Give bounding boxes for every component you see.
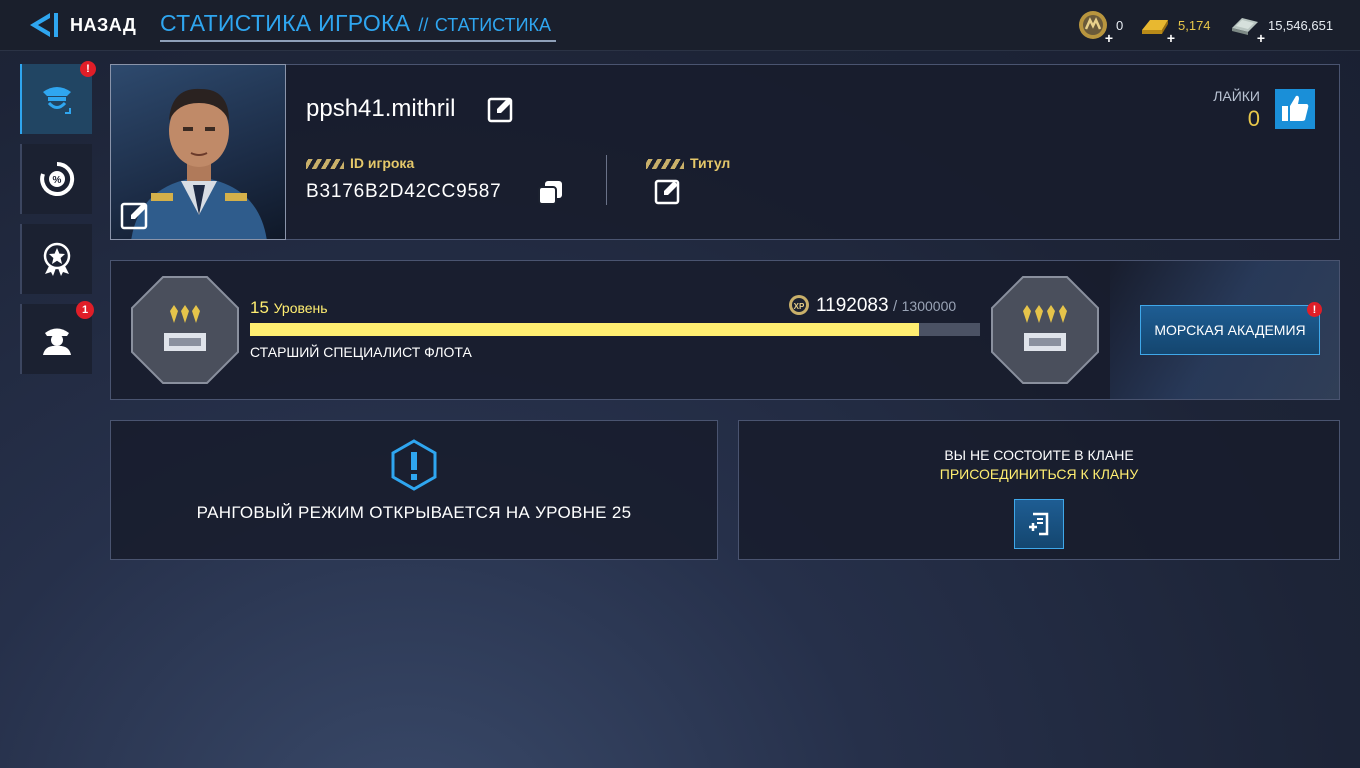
svg-text:%: % (53, 175, 62, 186)
naval-academy-button[interactable]: МОРСКАЯ АКАДЕМИЯ (1140, 305, 1320, 355)
player-id-label: ID игрока (306, 155, 414, 173)
join-clan-link[interactable]: ПРИСОЕДИНИТЬСЯ К КЛАНУ (738, 466, 1340, 482)
pencil-icon (487, 97, 513, 123)
xp-readout: 1192083 / 1300000 (816, 295, 980, 317)
currency-cash-value: 15,546,651 (1268, 17, 1334, 33)
clan-status: ВЫ НЕ СОСТОИТЕ В КЛАНЕ (944, 447, 1134, 463)
sidebar-item-achievements[interactable] (20, 224, 92, 294)
pencil-icon (120, 202, 148, 230)
alert-hexagon-icon (391, 439, 437, 491)
xp-separator: / (893, 298, 898, 315)
back-arrow-icon (30, 13, 58, 37)
rank-next-icon (991, 276, 1099, 384)
back-label: НАЗАД (70, 14, 137, 35)
currency-gold[interactable]: + 5,174 (1140, 10, 1211, 46)
add-cash-icon[interactable]: + (1257, 30, 1265, 46)
title-label-text: Титул (690, 155, 731, 171)
username: ppsh41.mithril (306, 95, 456, 122)
gold-bar-icon: + (1140, 10, 1175, 46)
title-label: Титул (646, 155, 730, 173)
xp-progress-bar (250, 323, 980, 336)
crew-portrait-icon (43, 328, 71, 355)
sidebar-item-crew[interactable]: 1 (20, 301, 94, 374)
add-gold-icon[interactable]: + (1167, 30, 1175, 46)
ranked-message: РАНГОВЫЙ РЕЖИМ ОТКРЫВАЕТСЯ НА УРОВНЕ 25 (196, 503, 632, 522)
sidebar-item-profile[interactable]: ! (20, 61, 96, 134)
page-title-main: СТАТИСТИКА ИГРОКА (160, 10, 411, 36)
stripes-decoration (646, 158, 684, 169)
player-id-label-text: ID игрока (350, 155, 415, 171)
title-edit-button[interactable] (654, 177, 682, 205)
level-label: Уровень (273, 300, 328, 316)
currency-cash[interactable]: + 15,546,651 (1230, 10, 1334, 46)
xp-progress-fill (250, 323, 920, 336)
add-medals-icon[interactable]: + (1105, 30, 1113, 46)
likes-label: ЛАЙКИ (1213, 88, 1260, 104)
sidebar-crew-badge: 1 (76, 301, 94, 319)
sidebar-profile-badge: ! (80, 61, 96, 77)
rank-current-icon (131, 276, 239, 384)
rank-name: СТАРШИЙ СПЕЦИАЛИСТ ФЛОТА (250, 344, 472, 360)
copy-icon (538, 181, 562, 205)
copy-id-button[interactable] (536, 178, 566, 208)
level-indicator: 15 Уровень (250, 298, 328, 318)
xp-current: 1192083 (816, 295, 889, 316)
player-id-value: B3176B2D42CC9587 (306, 181, 502, 202)
currency-medals-value: 0 (1116, 17, 1124, 33)
sidebar-item-stats[interactable]: % (20, 144, 92, 214)
cash-stack-icon: + (1230, 10, 1265, 46)
stripes-decoration (306, 158, 344, 169)
profile-panel (110, 64, 1340, 240)
clan-join-icon (1029, 512, 1049, 536)
naval-academy-badge: ! (1307, 302, 1322, 317)
percent-gauge-icon: % (40, 161, 75, 196)
pencil-icon (654, 179, 680, 205)
username-edit-button[interactable] (486, 94, 516, 124)
star-medal-icon (43, 242, 71, 276)
medal-coin-icon: + (1078, 10, 1113, 46)
divider (606, 155, 607, 205)
xp-max: 1300000 (901, 298, 957, 314)
like-button[interactable] (1275, 89, 1315, 129)
officer-cap-icon (43, 87, 71, 114)
title-separator: // (418, 15, 429, 35)
page-title: СТАТИСТИКА ИГРОКА // СТАТИСТИКА (160, 10, 556, 42)
currency-medals[interactable]: + 0 (1078, 10, 1124, 46)
svg-text:XP: XP (794, 302, 805, 311)
back-button[interactable]: НАЗАД (28, 8, 136, 42)
xp-icon: XP (788, 294, 810, 316)
avatar[interactable] (110, 64, 286, 240)
page-subtitle: СТАТИСТИКА (434, 15, 551, 35)
avatar-edit-button[interactable] (119, 199, 151, 231)
thumbs-up-icon (1282, 95, 1309, 121)
likes-count: 0 (1247, 106, 1260, 131)
currency-gold-value: 5,174 (1178, 17, 1211, 33)
level-number: 15 (250, 298, 269, 317)
join-clan-button[interactable] (1014, 499, 1064, 549)
